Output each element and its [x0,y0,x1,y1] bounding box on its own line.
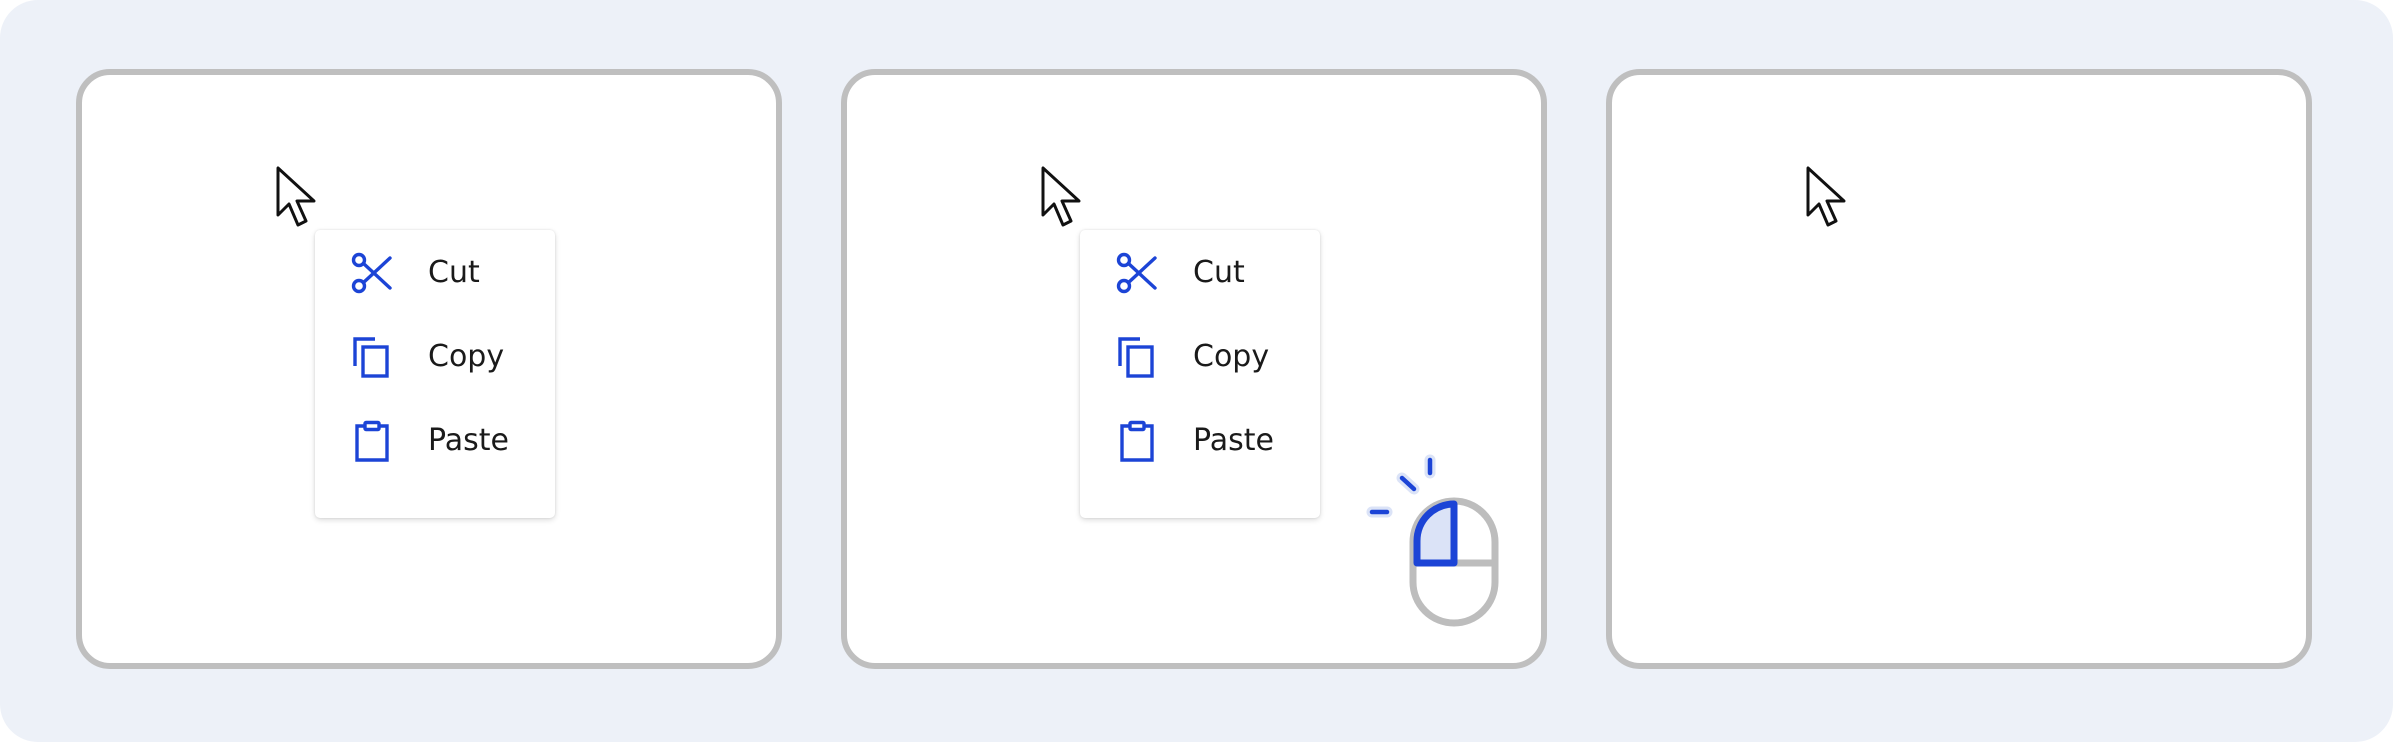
menu-item-label: Paste [428,423,509,458]
diagram-background: Cut Copy Paste Cut Copy Paste [0,0,2393,742]
context-menu: Cut Copy Paste [315,230,555,518]
step-panel-1: Cut Copy Paste [76,69,782,669]
menu-item-paste[interactable]: Paste [315,410,555,470]
menu-item-label: Copy [428,339,505,374]
menu-item-cut[interactable]: Cut [315,242,555,302]
mouse-left-click-icon [1366,454,1499,627]
copy-icon [351,336,393,378]
scissors-icon [351,252,393,294]
menu-item-copy[interactable]: Copy [315,326,555,386]
copy-icon [1116,336,1158,378]
menu-item-label: Cut [1193,255,1245,290]
scissors-icon [1116,252,1158,294]
context-menu: Cut Copy Paste [1080,230,1320,518]
arrow-cursor-icon [1040,165,1084,229]
step-panel-3 [1606,69,2312,669]
clipboard-icon [351,420,393,462]
arrow-cursor-icon [1805,165,1849,229]
menu-item-label: Cut [428,255,480,290]
menu-item-copy[interactable]: Copy [1080,326,1320,386]
menu-item-paste[interactable]: Paste [1080,410,1320,470]
menu-item-cut[interactable]: Cut [1080,242,1320,302]
menu-item-label: Paste [1193,423,1274,458]
step-panel-2: Cut Copy Paste [841,69,1547,669]
menu-item-label: Copy [1193,339,1270,374]
arrow-cursor-icon [275,165,319,229]
clipboard-icon [1116,420,1158,462]
